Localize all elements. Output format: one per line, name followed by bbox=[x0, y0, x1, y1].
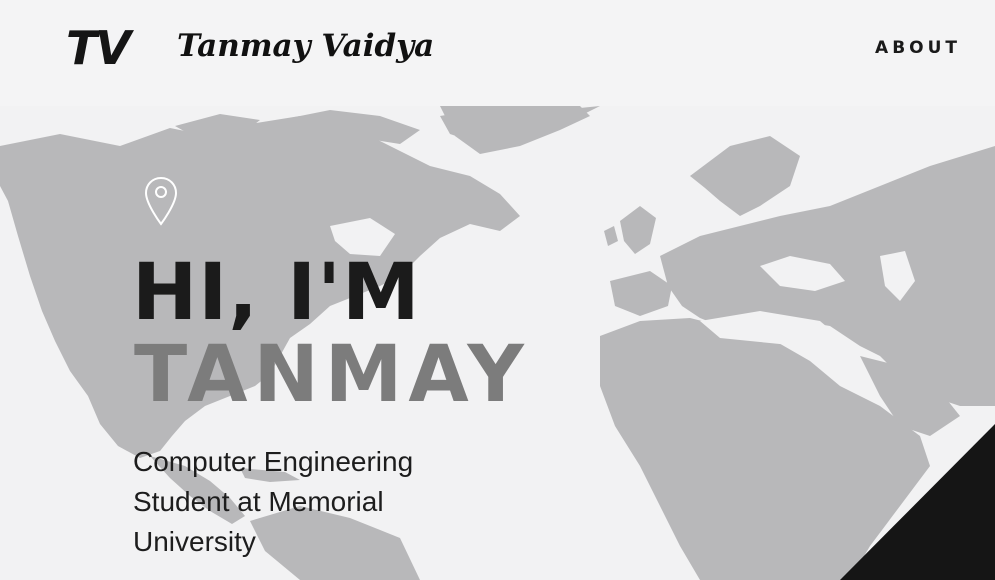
hero-section: HI, I'M TANMAY Computer Engineering Stud… bbox=[0, 106, 995, 580]
site-header: TV Tanmay Vaidya ABOUT bbox=[0, 0, 995, 106]
site-name[interactable]: Tanmay Vaidya bbox=[177, 26, 434, 66]
nav-link-about[interactable]: ABOUT bbox=[875, 38, 961, 58]
hero-name: TANMAY bbox=[134, 330, 530, 420]
hero-tagline: Computer Engineering Student at Memorial… bbox=[133, 446, 414, 557]
site-logo[interactable]: TV bbox=[66, 22, 131, 74]
location-pin-icon bbox=[144, 176, 178, 226]
hero-greeting: HI, I'M bbox=[132, 248, 421, 338]
